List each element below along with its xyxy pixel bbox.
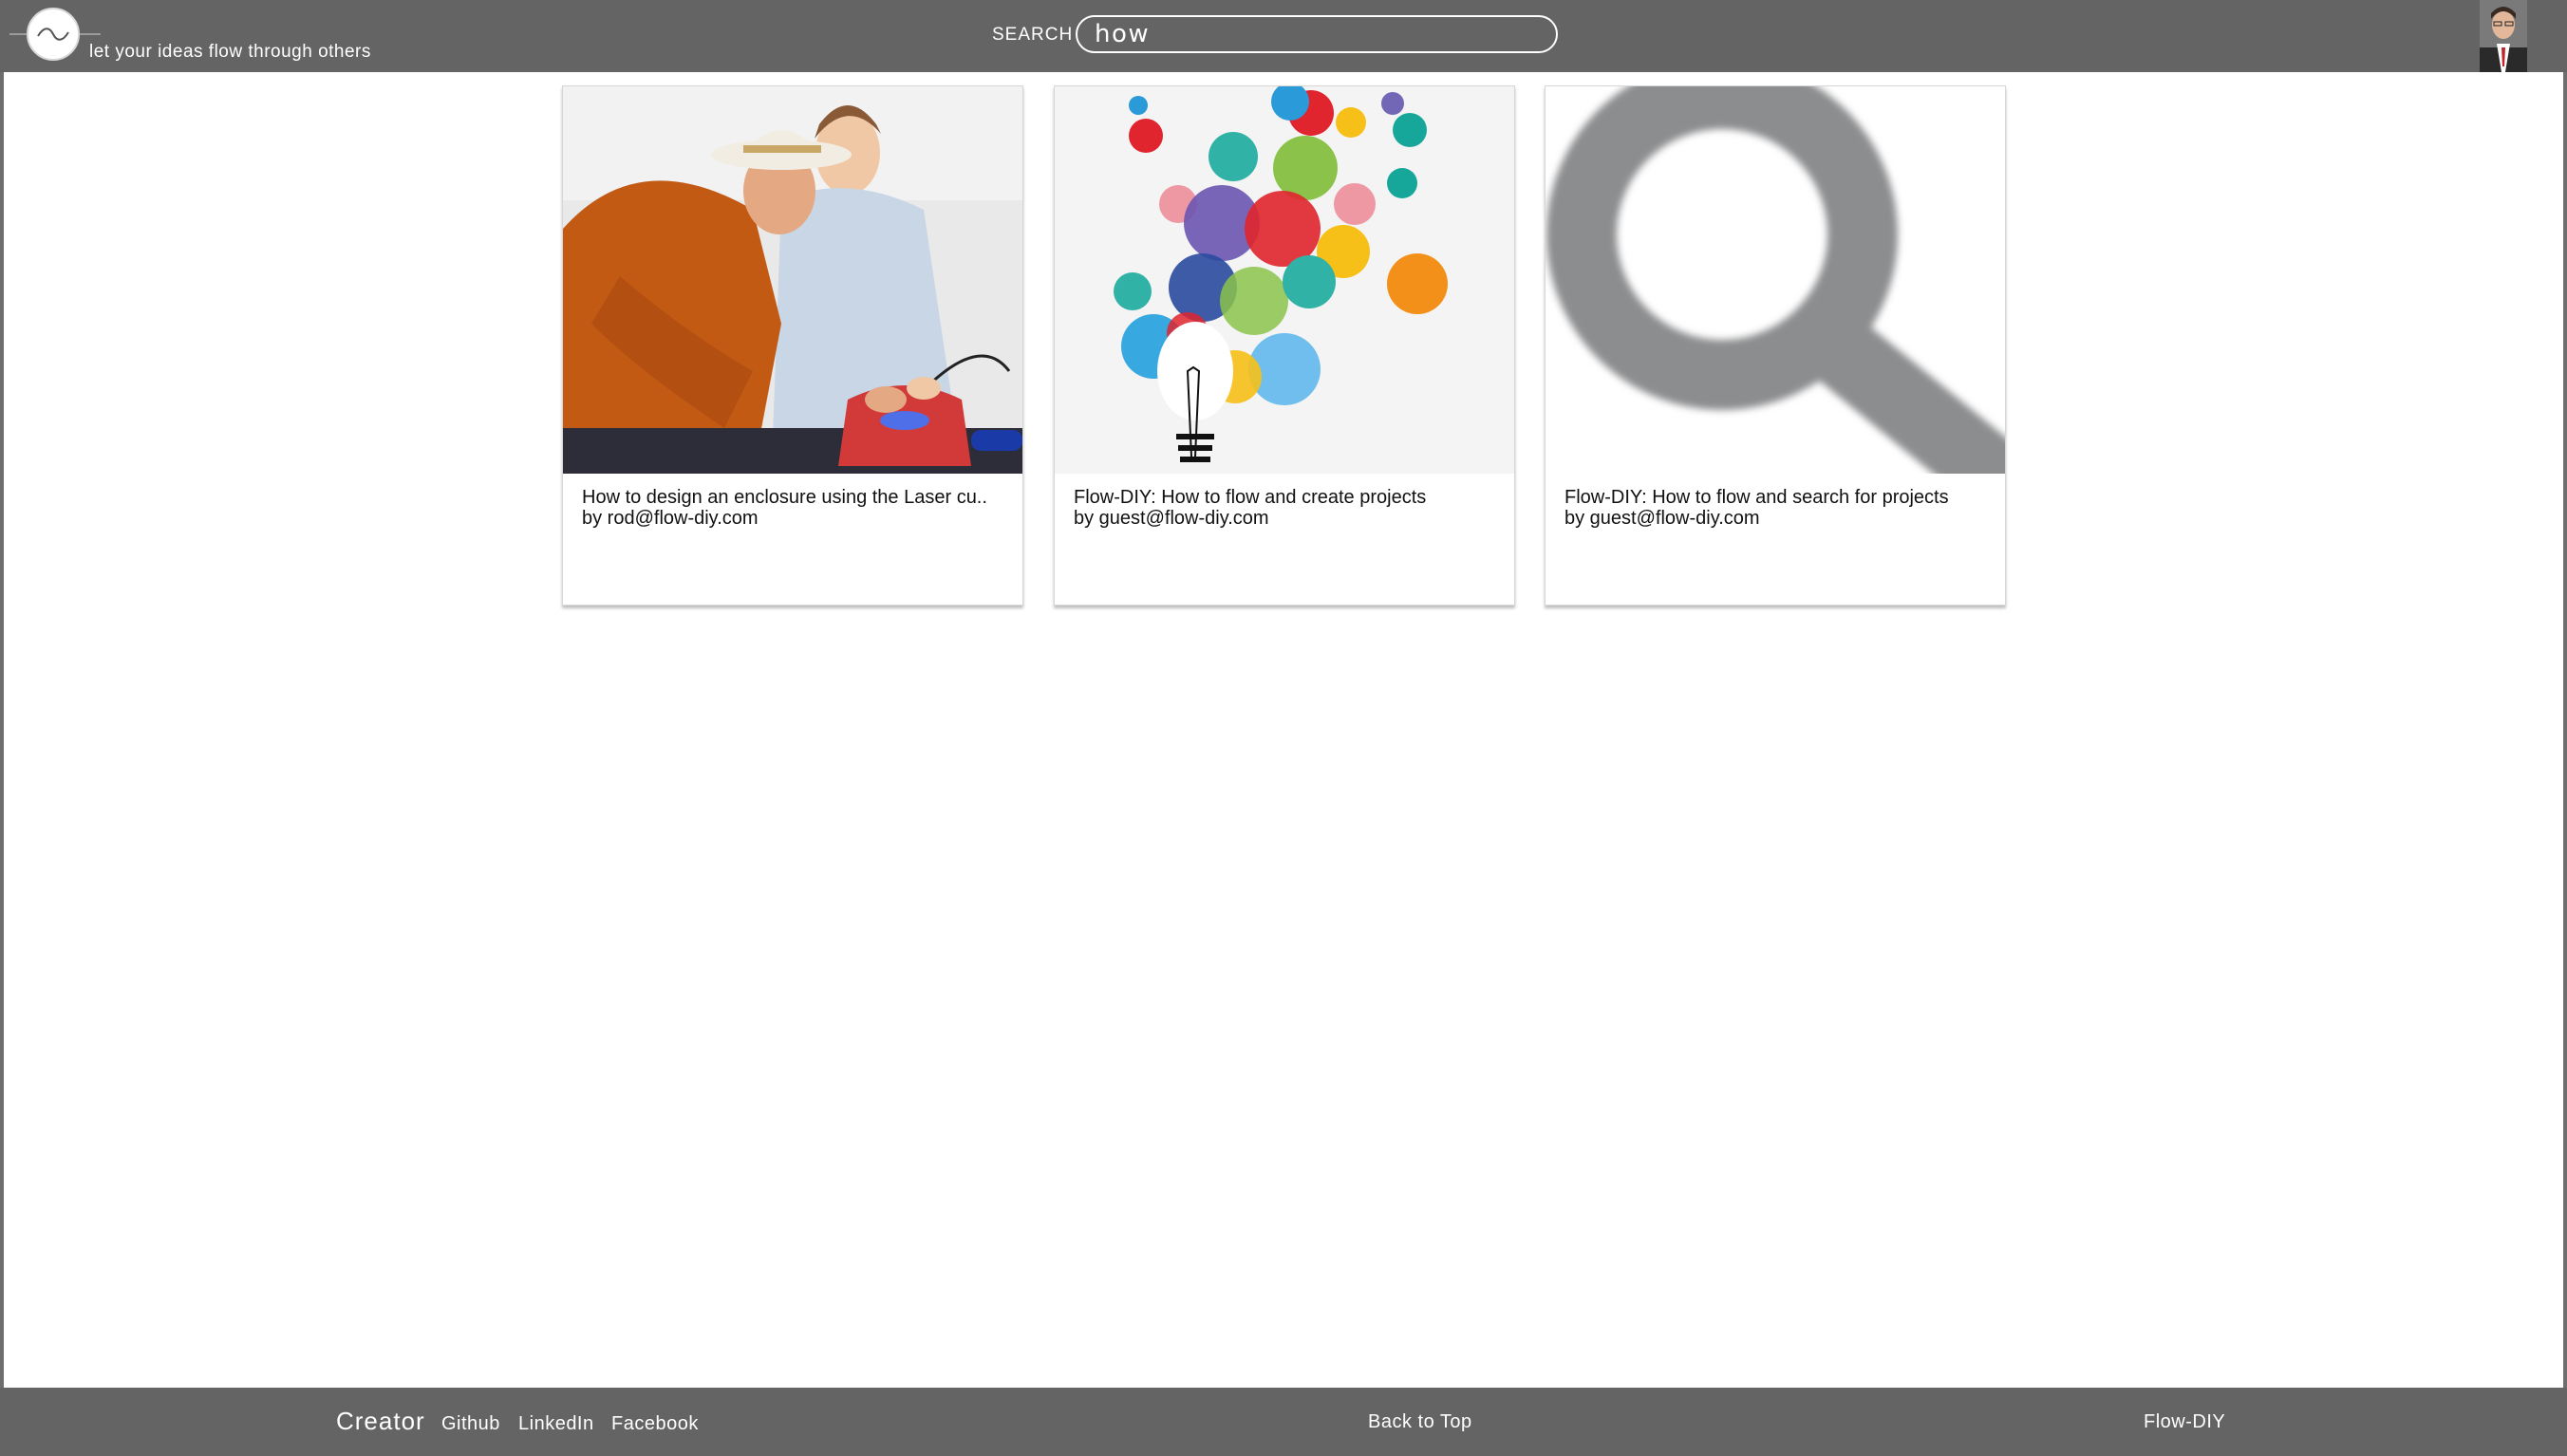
project-thumbnail-electronics[interactable] xyxy=(563,86,1022,474)
flow-logo-icon[interactable] xyxy=(27,8,80,61)
tagline: let your ideas flow through others xyxy=(89,42,371,62)
project-author: by rod@flow-diy.com xyxy=(582,508,759,529)
project-title[interactable]: How to design an enclosure using the Las… xyxy=(582,487,1005,508)
project-author: by guest@flow-diy.com xyxy=(1565,508,1760,529)
project-title[interactable]: Flow-DIY: How to flow and create project… xyxy=(1074,487,1497,508)
footer-linkedin-link[interactable]: LinkedIn xyxy=(518,1413,594,1435)
project-card[interactable]: How to design an enclosure using the Las… xyxy=(562,85,1023,606)
footer-bar: Creator Github LinkedIn Facebook Back to… xyxy=(0,1388,2567,1456)
project-card[interactable]: Flow-DIY: How to flow and search for pro… xyxy=(1545,85,2006,606)
window-left-edge xyxy=(0,0,4,1456)
user-avatar[interactable] xyxy=(2480,0,2527,72)
project-author: by guest@flow-diy.com xyxy=(1074,508,1269,529)
project-thumbnail-lightbulb[interactable] xyxy=(1055,86,1514,474)
back-to-top-link[interactable]: Back to Top xyxy=(1368,1411,1472,1433)
project-card[interactable]: Flow-DIY: How to flow and create project… xyxy=(1054,85,1515,606)
footer-brand[interactable]: Flow-DIY xyxy=(2144,1411,2225,1433)
search-input[interactable] xyxy=(1076,15,1558,53)
project-thumbnail-magnifier[interactable] xyxy=(1546,86,2005,474)
project-title[interactable]: Flow-DIY: How to flow and search for pro… xyxy=(1565,487,1988,508)
search-label: SEARCH xyxy=(992,25,1074,45)
footer-github-link[interactable]: Github xyxy=(441,1413,500,1435)
project-caption: Flow-DIY: How to flow and search for pro… xyxy=(1565,487,1988,529)
footer-facebook-link[interactable]: Facebook xyxy=(611,1413,699,1435)
project-caption: Flow-DIY: How to flow and create project… xyxy=(1074,487,1497,529)
top-bar: let your ideas flow through others SEARC… xyxy=(0,0,2567,72)
window-right-edge xyxy=(2563,0,2567,1456)
footer-creator-link[interactable]: Creator xyxy=(336,1407,425,1436)
project-caption: How to design an enclosure using the Las… xyxy=(582,487,1005,529)
